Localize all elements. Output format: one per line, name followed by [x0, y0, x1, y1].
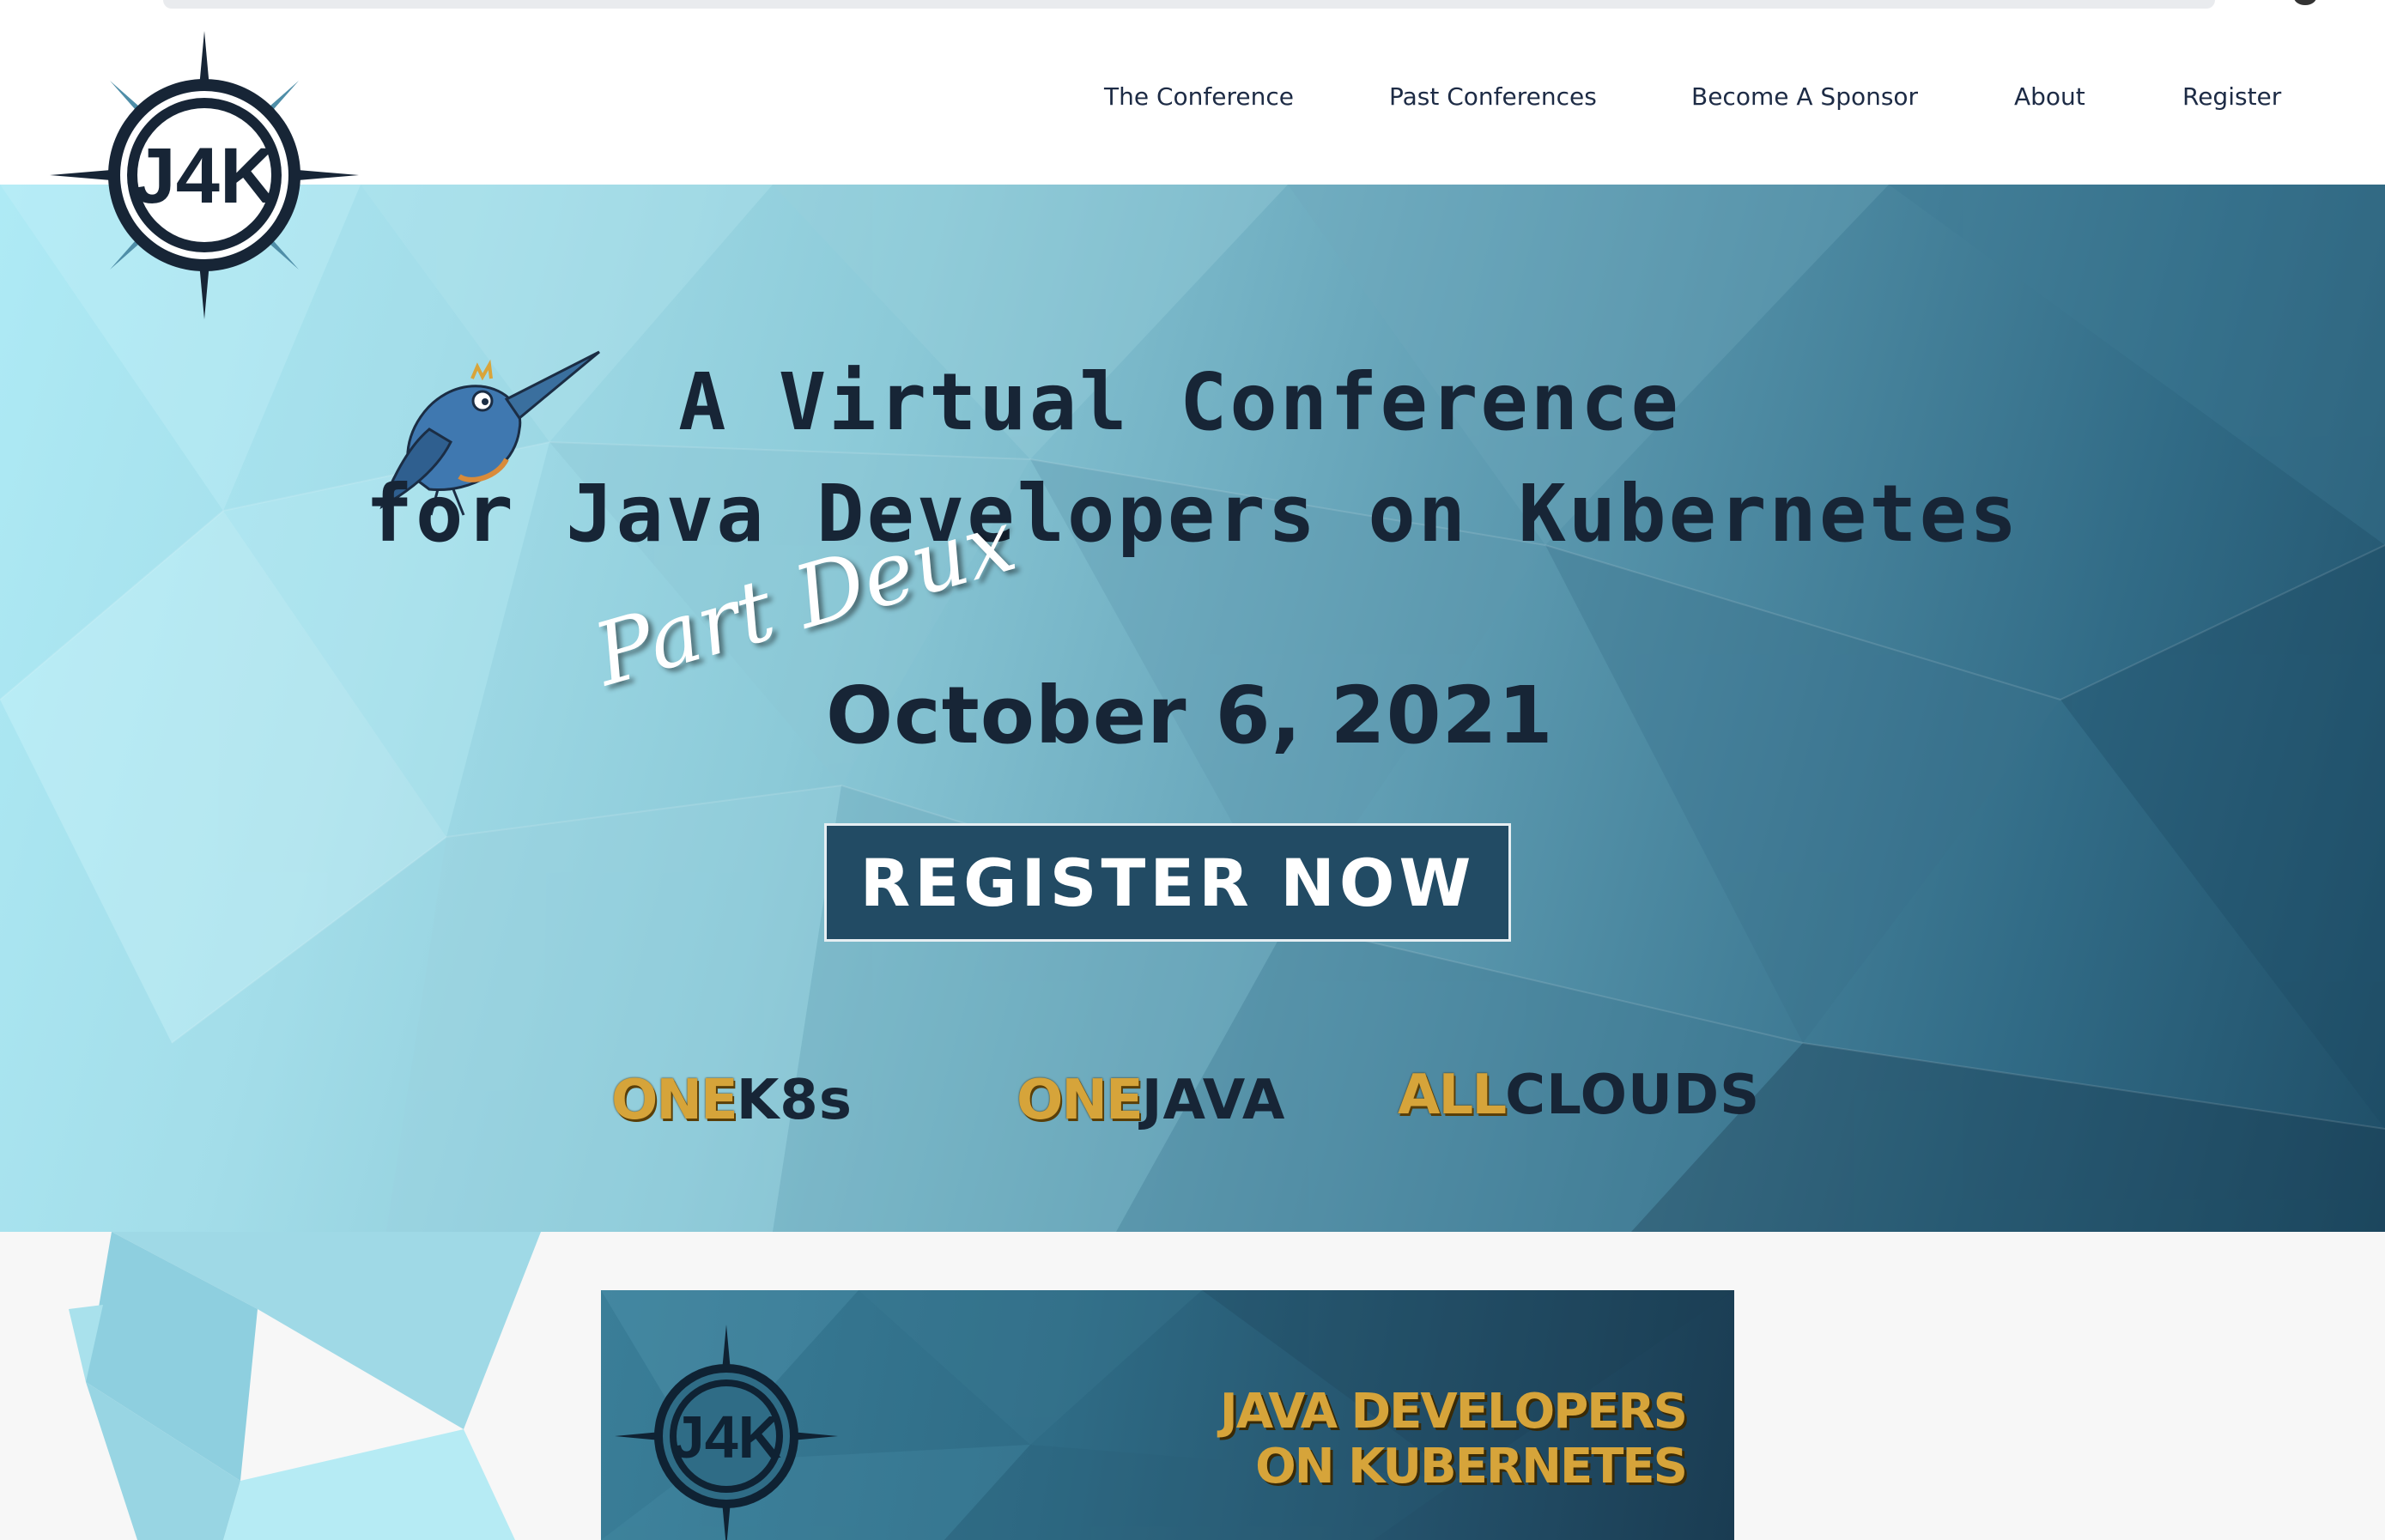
- banner-line2: ON KUBERNETES: [1255, 1439, 1688, 1495]
- hero-title-line2: for Java Developers on Kubernetes: [365, 468, 2020, 560]
- nav-become-a-sponsor[interactable]: Become A Sponsor: [1691, 82, 1918, 111]
- tagline-all-clouds: ALLCLOUDS: [1398, 1064, 1760, 1127]
- hero-title-line1: A Virtual Conference: [678, 356, 1681, 448]
- banner-j4k-logo: J4K: [615, 1325, 838, 1540]
- nav-the-conference[interactable]: The Conference: [1104, 82, 1294, 111]
- tagline-accent: ONE: [611, 1069, 738, 1132]
- tagline-word: CLOUDS: [1505, 1064, 1761, 1127]
- tagline-one-java: ONEJAVA: [1017, 1069, 1285, 1132]
- banner-headline: JAVA DEVELOPERS ON KUBERNETES: [1219, 1384, 1688, 1495]
- tagline-one-k8s: ONEK8s: [611, 1069, 853, 1132]
- j4k-logo[interactable]: J4K: [45, 15, 364, 326]
- browser-address-strip: [163, 0, 2215, 9]
- tagline-word: JAVA: [1141, 1069, 1286, 1132]
- promo-banner[interactable]: J4K JAVA DEVELOPERS ON KUBERNETES: [601, 1290, 1734, 1540]
- banner-logo-text: J4K: [671, 1404, 781, 1470]
- register-now-label: REGISTER NOW: [859, 844, 1476, 921]
- decorative-shapes: [69, 1232, 541, 1540]
- register-now-button[interactable]: REGISTER NOW: [824, 823, 1511, 942]
- tagline-accent: ALL: [1398, 1064, 1507, 1127]
- nav-about[interactable]: About: [2014, 82, 2085, 111]
- tagline-accent: ONE: [1017, 1069, 1144, 1132]
- tagline-word: K8s: [736, 1069, 853, 1132]
- browser-profile-icon[interactable]: [2294, 0, 2316, 5]
- hero-section: A Virtual Conference for Java Developers…: [0, 185, 2385, 1232]
- logo-text: J4K: [132, 132, 277, 220]
- event-date: October 6, 2021: [826, 670, 1554, 761]
- nav-past-conferences[interactable]: Past Conferences: [1389, 82, 1597, 111]
- nav-register[interactable]: Register: [2182, 82, 2281, 111]
- banner-line1: JAVA DEVELOPERS: [1219, 1384, 1688, 1440]
